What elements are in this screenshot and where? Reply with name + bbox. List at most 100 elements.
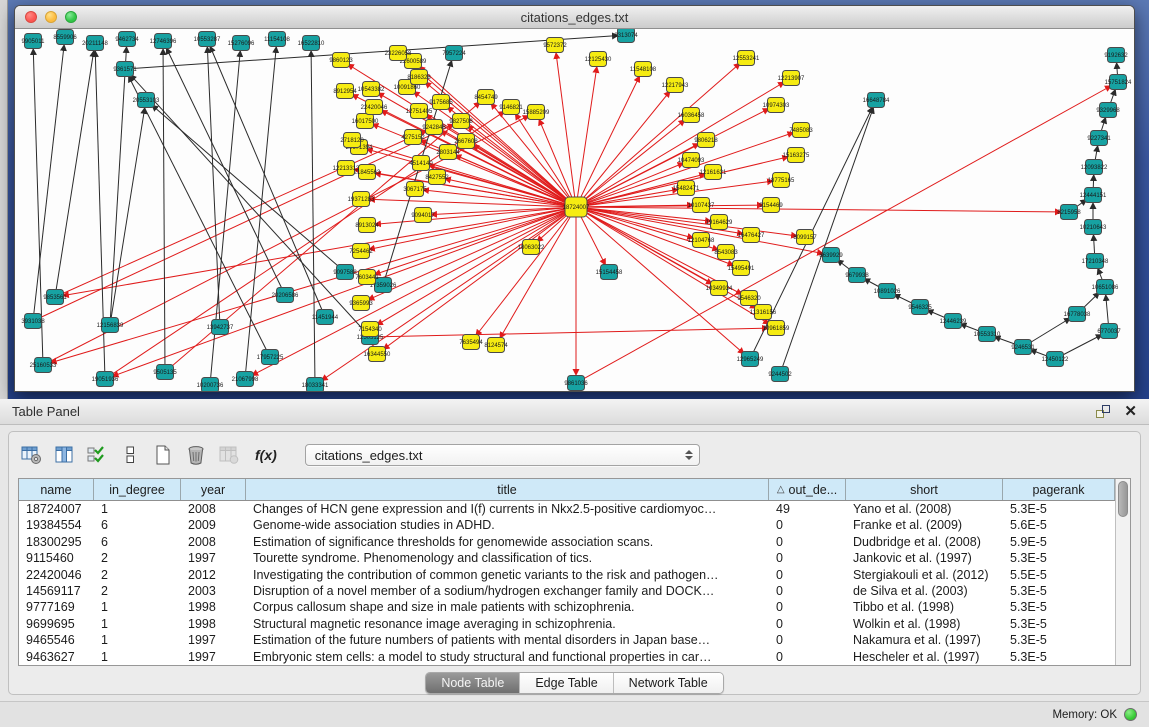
graph-node[interactable]: 12217943 [662,78,689,93]
graph-node[interactable]: 9827508 [449,114,473,129]
graph-node[interactable]: 18724007 [563,197,590,217]
graph-node[interactable]: 9154469 [759,198,783,213]
graph-node[interactable]: 8313074 [614,29,638,43]
graph-node[interactable]: 12446239 [940,314,967,329]
graph-node[interactable]: 18033341 [302,378,329,392]
table-selector-dropdown[interactable]: citations_edges.txt [305,444,700,466]
graph-node[interactable]: 9546325 [908,300,932,315]
table-row[interactable]: 969969511998Structural magnetic resonanc… [19,616,1115,632]
graph-node[interactable]: 9146821 [499,100,523,115]
graph-node[interactable]: 12553241 [733,51,760,66]
table-row[interactable]: 911546021997Tourette syndrome. Phenomeno… [19,550,1115,566]
graph-node[interactable]: 16522810 [298,36,325,51]
table-row[interactable]: 1938455462009Genome-wide association stu… [19,517,1115,533]
graph-node[interactable]: 8215958 [1057,205,1081,220]
graph-node[interactable]: 16036458 [678,108,705,123]
graph-node[interactable]: 9806218 [694,133,718,148]
graph-node[interactable]: 9572372 [543,38,567,53]
citation-edge[interactable] [207,39,220,327]
table-row[interactable]: 946554611997Estimation of the future num… [19,632,1115,648]
citation-edge-red[interactable] [33,121,461,321]
graph-node[interactable]: 19371283 [348,192,375,207]
table-row[interactable]: 946362711997Embryonic stem cells: a mode… [19,649,1115,665]
graph-node[interactable]: 8186328 [407,70,431,85]
graph-node[interactable]: 10200736 [197,378,224,392]
citation-edge[interactable] [55,43,95,297]
citation-edge-red[interactable] [576,85,675,207]
graph-node[interactable]: 9246531 [1011,340,1035,355]
network-view[interactable]: 1872400799050118559906202111489462734127… [15,29,1134,391]
graph-node[interactable]: 9175685 [429,95,453,110]
graph-node[interactable]: 7485083 [789,123,813,138]
citation-edge-red[interactable] [105,207,576,379]
table-row[interactable]: 1456911722003Disruption of a novel membe… [19,583,1115,599]
graph-node[interactable]: 17210348 [1082,254,1109,269]
citation-edge-red[interactable] [370,328,776,337]
citation-edge-red[interactable] [466,141,576,207]
citation-edge[interactable] [146,100,345,272]
graph-node[interactable]: 7957224 [442,46,466,61]
graph-node[interactable]: 9679938 [845,268,869,283]
graph-node[interactable]: 7254462 [349,244,373,259]
graph-node[interactable]: 20553103 [133,93,160,108]
graph-node[interactable]: 11154108 [264,32,290,47]
graph-node[interactable]: 9905011 [22,34,46,49]
graph-node[interactable]: 2667608 [454,134,478,149]
graph-node[interactable]: 9505135 [153,365,177,380]
graph-node[interactable]: 7603441 [355,270,379,285]
citation-edge[interactable] [125,69,370,337]
graph-node[interactable]: 9853561 [43,290,67,305]
citation-edge[interactable] [110,100,146,325]
column-header-pagerank[interactable]: pagerank [1003,479,1115,500]
table-row[interactable]: 1830029562008Estimation of significance … [19,534,1115,550]
graph-node[interactable]: 15163275 [783,148,810,163]
graph-node[interactable]: 16476427 [738,228,765,243]
graph-node[interactable]: 9094017 [411,208,435,223]
column-view-icon[interactable] [51,442,77,468]
citation-edge-red[interactable] [576,207,763,312]
graph-node[interactable]: 12965249 [737,352,764,367]
graph-node[interactable]: 2718120 [340,133,364,148]
close-panel-icon[interactable]: ✕ [1124,405,1137,418]
graph-node[interactable]: 12156839 [97,318,124,333]
table-vertical-scrollbar[interactable] [1115,479,1130,665]
citation-edge-red[interactable] [352,140,576,207]
graph-node[interactable]: 15154458 [596,265,623,280]
citation-edge-red[interactable] [367,207,576,277]
graph-node[interactable]: 12444151 [1080,188,1107,203]
column-header-out_de[interactable]: △out_de... [769,479,846,500]
graph-node[interactable]: 9361571 [113,62,137,77]
citation-edge-red[interactable] [377,207,576,354]
column-header-name[interactable]: name [19,479,94,500]
graph-node[interactable]: 9365993 [349,296,373,311]
graph-node[interactable]: 10474093 [678,153,705,168]
select-rows-icon[interactable] [84,442,110,468]
graph-node[interactable]: 3067175 [403,182,427,197]
graph-node[interactable]: 8913024 [355,218,379,233]
column-header-short[interactable]: short [846,479,1003,500]
graph-node[interactable]: 9097588 [333,265,357,280]
graph-node[interactable]: 12746396 [150,34,177,49]
graph-node[interactable]: 10553287 [194,32,221,47]
graph-node[interactable]: 11451944 [312,310,339,325]
graph-node[interactable]: 9192632 [1104,48,1128,63]
column-header-year[interactable]: year [181,479,246,500]
graph-node[interactable]: 16017500 [352,114,379,129]
citation-edge[interactable] [33,37,65,321]
graph-node[interactable]: 10107437 [688,198,715,213]
table-row[interactable]: 2242004622012Investigating the contribut… [19,567,1115,583]
graph-node[interactable]: 8559906 [53,30,77,45]
graph-node[interactable]: 8639929 [819,248,843,263]
graph-node[interactable]: 12093822 [1081,160,1108,175]
column-header-in_degree[interactable]: in_degree [94,479,181,500]
graph-node[interactable]: 9242848 [422,120,446,135]
graph-node[interactable]: 9861036 [564,376,588,391]
graph-node[interactable]: 8427552 [425,170,449,185]
graph-node[interactable]: 9244502 [768,367,792,382]
graph-node[interactable]: 15276096 [228,36,255,51]
graph-node[interactable]: 6770037 [1097,324,1121,339]
graph-node[interactable]: 8099157 [793,230,817,245]
graph-node[interactable]: 8543083 [714,245,738,260]
graph-node[interactable]: 9227341 [1087,131,1111,146]
graph-node[interactable]: 20211148 [82,36,108,51]
